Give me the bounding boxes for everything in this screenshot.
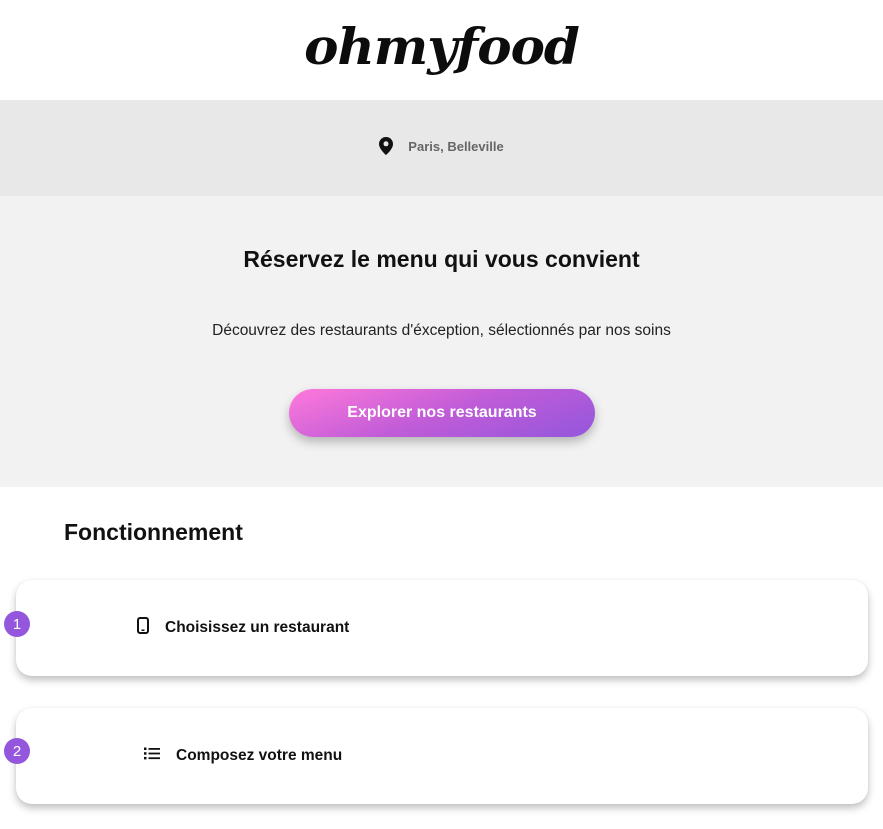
location-bar: Paris, Belleville: [0, 100, 883, 196]
mobile-phone-icon: [137, 617, 149, 639]
step-content: Composez votre menu: [144, 747, 342, 765]
hero-subtitle: Découvrez des restaurants d'éxception, s…: [212, 322, 671, 339]
step-card-compose-menu[interactable]: Composez votre menu: [16, 708, 868, 804]
step-label: Choisissez un restaurant: [165, 619, 350, 636]
location-text: Paris, Belleville: [408, 138, 504, 154]
site-header: ohmyfood: [0, 0, 883, 100]
logo[interactable]: ohmyfood: [0, 14, 883, 80]
hero-section: Réservez le menu qui vous convient Décou…: [0, 196, 883, 487]
list-icon: [144, 747, 160, 765]
step-label: Composez votre menu: [176, 747, 343, 764]
location-info: Paris, Belleville: [0, 137, 883, 155]
step-number-badge: 2: [4, 738, 30, 764]
step-number-badge: 1: [4, 611, 30, 637]
hero-title: Réservez le menu qui vous convient: [243, 246, 640, 272]
explore-restaurants-button[interactable]: Explorer nos restaurants: [289, 389, 595, 437]
step-card-choose-restaurant[interactable]: Choisissez un restaurant: [16, 580, 868, 676]
section-title: Fonctionnement: [64, 519, 243, 545]
step-content: Choisissez un restaurant: [137, 617, 349, 639]
map-pin-icon: [379, 137, 394, 155]
